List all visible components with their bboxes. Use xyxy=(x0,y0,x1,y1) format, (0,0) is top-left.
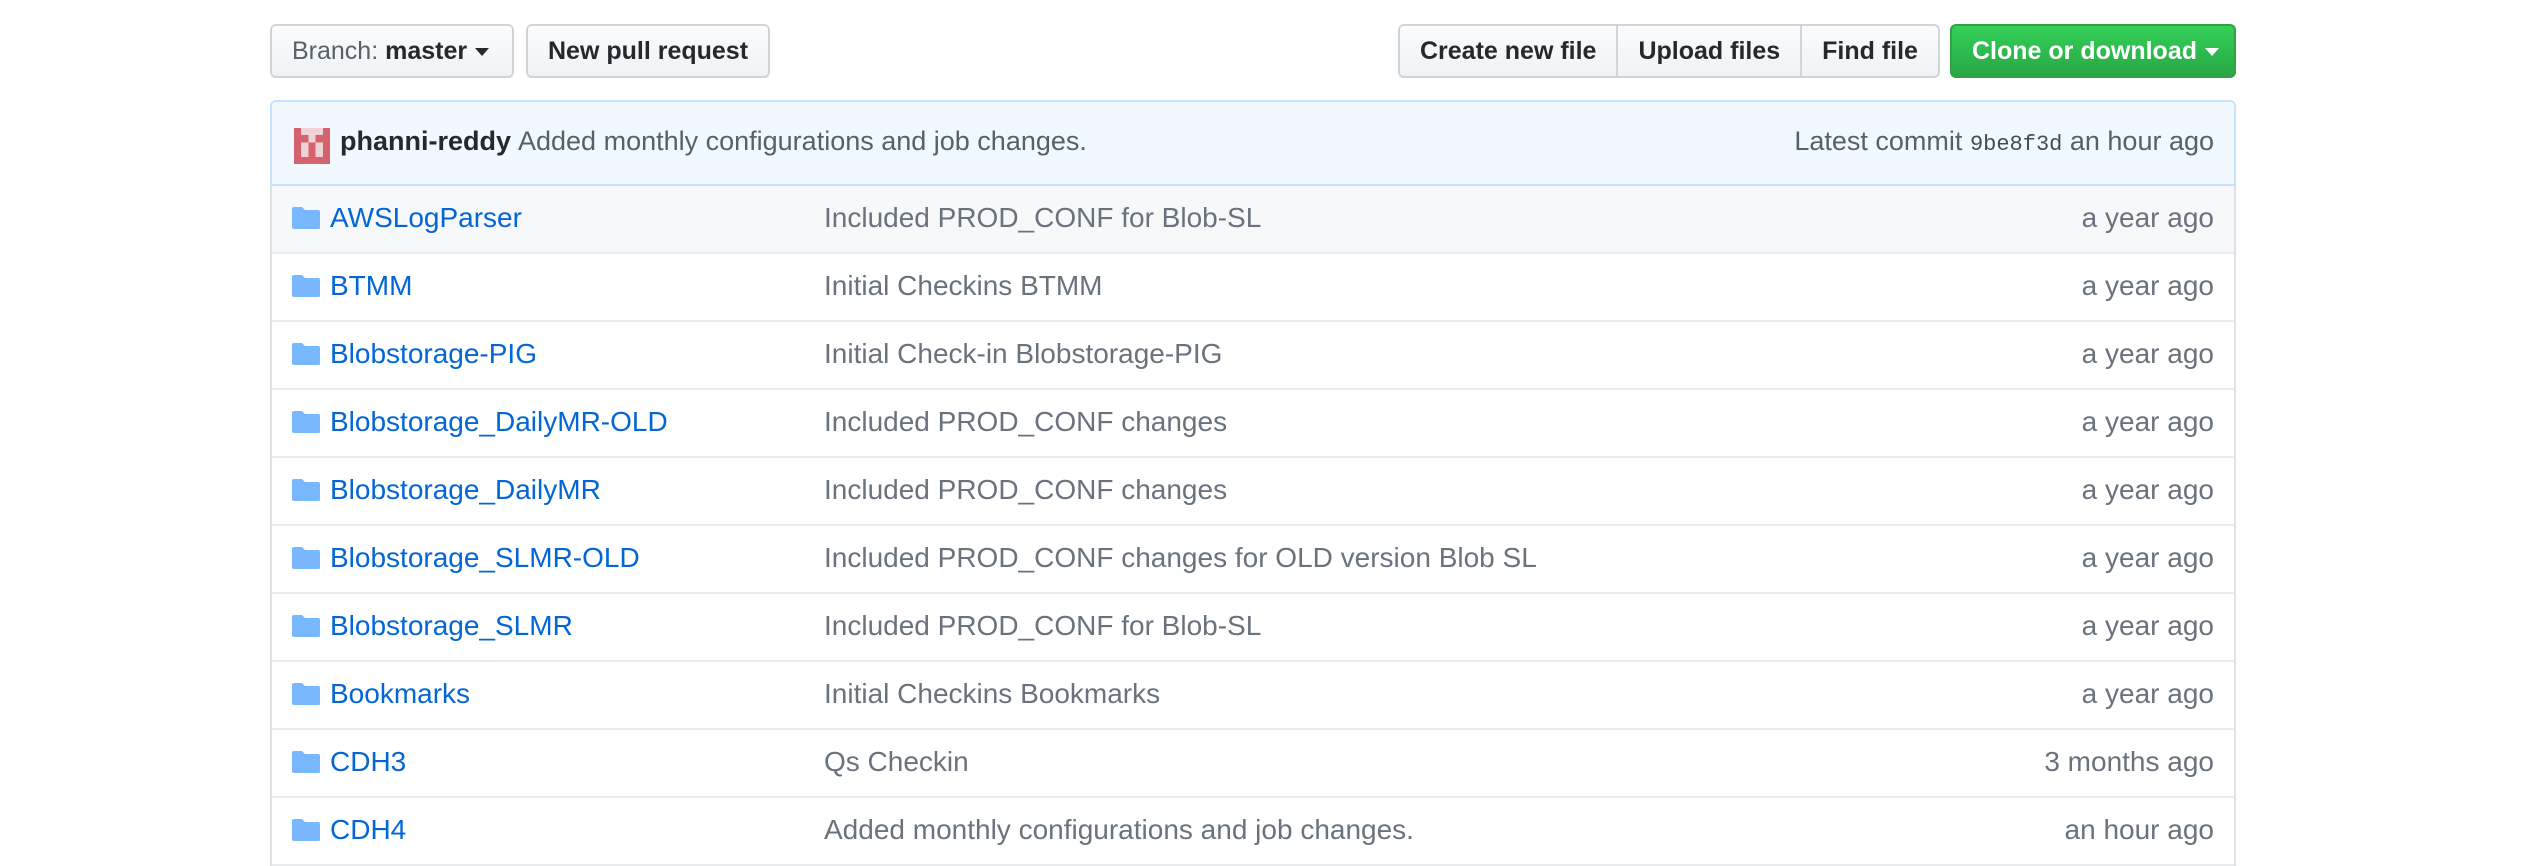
file-commit-age: a year ago xyxy=(2081,678,2214,709)
file-commit-message-link[interactable]: Initial Check-in Blobstorage-PIG xyxy=(824,338,1222,370)
file-commit-message-link[interactable]: Included PROD_CONF for Blob-SL xyxy=(824,202,1261,234)
table-row: Blobstorage-PIG Initial Check-in Blobsto… xyxy=(272,322,2234,390)
branch-name: master xyxy=(385,37,468,65)
branch-prefix: Branch: xyxy=(292,37,379,65)
folder-name-link[interactable]: CDH3 xyxy=(330,746,406,778)
new-pull-request-button[interactable]: New pull request xyxy=(526,24,770,78)
file-commit-age: a year ago xyxy=(2081,270,2214,301)
repo-file-browser: Branch: master New pull request Create n… xyxy=(270,0,2236,866)
latest-commit-prefix: Latest commit xyxy=(1794,126,1963,156)
folder-icon xyxy=(292,683,320,705)
folder-icon xyxy=(292,615,320,637)
table-row: Blobstorage_SLMR Included PROD_CONF for … xyxy=(272,594,2234,662)
caret-down-icon xyxy=(2205,48,2219,57)
table-row: Blobstorage_DailyMR Included PROD_CONF c… xyxy=(272,458,2234,526)
table-row: CDH3 Qs Checkin 3 months ago xyxy=(272,730,2234,798)
file-commit-message-link[interactable]: Included PROD_CONF changes xyxy=(824,474,1227,506)
folder-name-link[interactable]: Blobstorage_DailyMR-OLD xyxy=(330,406,668,438)
folder-name-link[interactable]: Bookmarks xyxy=(330,678,470,710)
file-commit-message-link[interactable]: Included PROD_CONF changes for OLD versi… xyxy=(824,542,1537,574)
table-row: Blobstorage_DailyMR-OLD Included PROD_CO… xyxy=(272,390,2234,458)
folder-icon xyxy=(292,479,320,501)
folder-icon xyxy=(292,819,320,841)
clone-or-download-button[interactable]: Clone or download xyxy=(1950,24,2236,78)
clone-label: Clone or download xyxy=(1972,37,2197,65)
folder-name-link[interactable]: AWSLogParser xyxy=(330,202,522,234)
file-commit-age: a year ago xyxy=(2081,202,2214,233)
commit-sha-link[interactable]: 9be8f3d xyxy=(1970,132,2062,157)
folder-icon xyxy=(292,411,320,433)
folder-icon xyxy=(292,275,320,297)
file-actions-group: Create new file Upload files Find file xyxy=(1398,24,1940,78)
file-commit-age: a year ago xyxy=(2081,610,2214,641)
file-commit-message-link[interactable]: Added monthly configurations and job cha… xyxy=(824,814,1414,846)
file-commit-message-link[interactable]: Initial Checkins BTMM xyxy=(824,270,1103,302)
file-commit-message-link[interactable]: Initial Checkins Bookmarks xyxy=(824,678,1160,710)
folder-name-link[interactable]: Blobstorage_SLMR-OLD xyxy=(330,542,640,574)
folder-name-link[interactable]: Blobstorage-PIG xyxy=(330,338,537,370)
latest-commit-info: Latest commit 9be8f3d an hour ago xyxy=(1794,126,2214,157)
find-file-button[interactable]: Find file xyxy=(1800,24,1940,78)
folder-name-link[interactable]: CDH4 xyxy=(330,814,406,846)
table-row: CDH4 Added monthly configurations and jo… xyxy=(272,798,2234,866)
table-row: Blobstorage_SLMR-OLD Included PROD_CONF … xyxy=(272,526,2234,594)
folder-name-link[interactable]: Blobstorage_SLMR xyxy=(330,610,573,642)
folder-icon xyxy=(292,547,320,569)
file-commit-age: a year ago xyxy=(2081,542,2214,573)
folder-icon xyxy=(292,751,320,773)
commit-message-link[interactable]: Added monthly configurations and job cha… xyxy=(518,126,1087,157)
file-list: AWSLogParser Included PROD_CONF for Blob… xyxy=(270,186,2236,866)
latest-commit-bar: phanni-reddy Added monthly configuration… xyxy=(270,100,2236,186)
file-commit-message-link[interactable]: Included PROD_CONF for Blob-SL xyxy=(824,610,1261,642)
upload-files-button[interactable]: Upload files xyxy=(1616,24,1803,78)
file-commit-age: a year ago xyxy=(2081,406,2214,437)
branch-select-button[interactable]: Branch: master xyxy=(270,24,514,78)
commit-age: an hour ago xyxy=(2069,126,2214,156)
file-commit-message-link[interactable]: Qs Checkin xyxy=(824,746,969,778)
commit-author-link[interactable]: phanni-reddy xyxy=(340,126,511,157)
repo-toolbar: Branch: master New pull request Create n… xyxy=(270,0,2236,100)
file-commit-age: 3 months ago xyxy=(2044,746,2214,777)
file-commit-message-link[interactable]: Included PROD_CONF changes xyxy=(824,406,1227,438)
table-row: AWSLogParser Included PROD_CONF for Blob… xyxy=(272,186,2234,254)
caret-down-icon xyxy=(475,48,490,57)
folder-name-link[interactable]: Blobstorage_DailyMR xyxy=(330,474,601,506)
file-commit-age: a year ago xyxy=(2081,338,2214,369)
table-row: Bookmarks Initial Checkins Bookmarks a y… xyxy=(272,662,2234,730)
folder-icon xyxy=(292,207,320,229)
folder-name-link[interactable]: BTMM xyxy=(330,270,412,302)
file-commit-age: an hour ago xyxy=(2064,814,2214,845)
table-row: BTMM Initial Checkins BTMM a year ago xyxy=(272,254,2234,322)
folder-icon xyxy=(292,343,320,365)
create-new-file-button[interactable]: Create new file xyxy=(1398,24,1619,78)
avatar[interactable] xyxy=(294,128,330,164)
file-commit-age: a year ago xyxy=(2081,474,2214,505)
